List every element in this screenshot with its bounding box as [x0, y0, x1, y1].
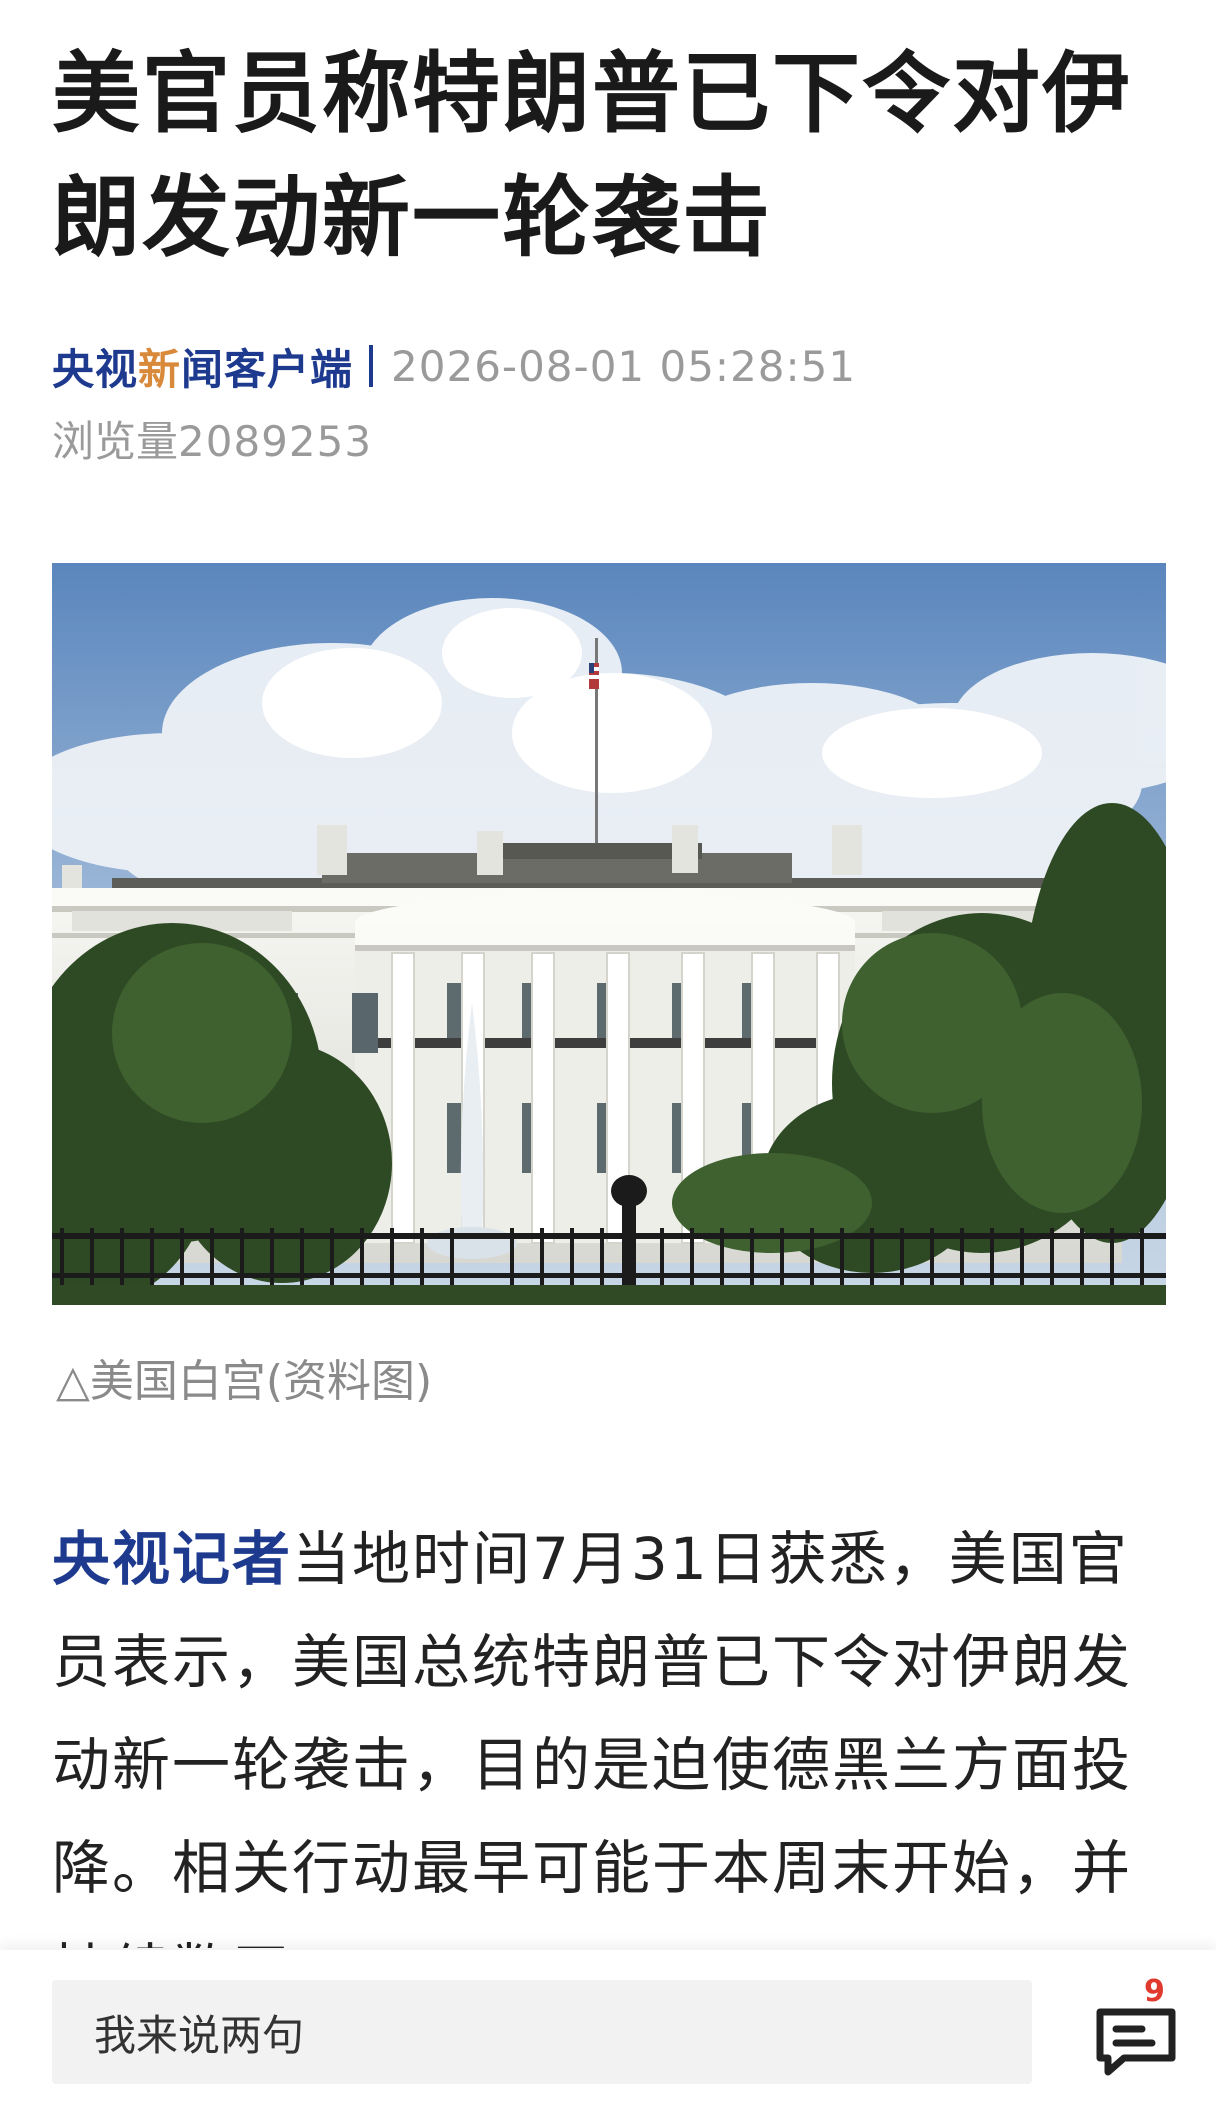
view-count: 浏览量2089253	[52, 408, 372, 469]
article-body: 央视记者当地时间7月31日获悉，美国官员表示，美国总统特朗普已下令对伊朗发动新一…	[52, 1508, 1172, 1948]
meta-divider	[369, 345, 374, 387]
comment-count-badge: 9	[1144, 1974, 1165, 2009]
photo-caption: △美国白宫(资料图)	[56, 1356, 433, 1407]
source-name-part1: 央视	[52, 344, 139, 394]
views-number: 2089253	[178, 417, 373, 466]
source-name-accent: 新	[138, 344, 182, 394]
comment-input[interactable]: 我来说两句	[52, 1980, 1032, 2084]
publish-timestamp: 2026-08-01 05:28:51	[391, 341, 857, 391]
comment-bubble-icon	[1096, 2008, 1176, 2076]
bottom-comment-bar: 我来说两句 9	[0, 1950, 1216, 2110]
article-page: 美官员称特朗普已下令对伊朗发动新一轮袭击 央视新闻客户端 2026-08-01 …	[0, 0, 1216, 2110]
comment-button[interactable]: 9	[1084, 1974, 1194, 2086]
views-label: 浏览量	[52, 417, 179, 466]
source-name[interactable]: 央视新闻客户端	[52, 336, 353, 397]
source-name-part2: 闻客户端	[181, 344, 354, 394]
article-headline: 美官员称特朗普已下令对伊朗发动新一轮袭击	[52, 42, 1133, 269]
article-photo-white-house[interactable]	[52, 563, 1166, 1305]
article-meta: 央视新闻客户端 2026-08-01 05:28:51	[52, 336, 856, 396]
article-lead: 央视记者	[52, 1525, 293, 1593]
white-house-illustration	[52, 563, 1166, 1305]
